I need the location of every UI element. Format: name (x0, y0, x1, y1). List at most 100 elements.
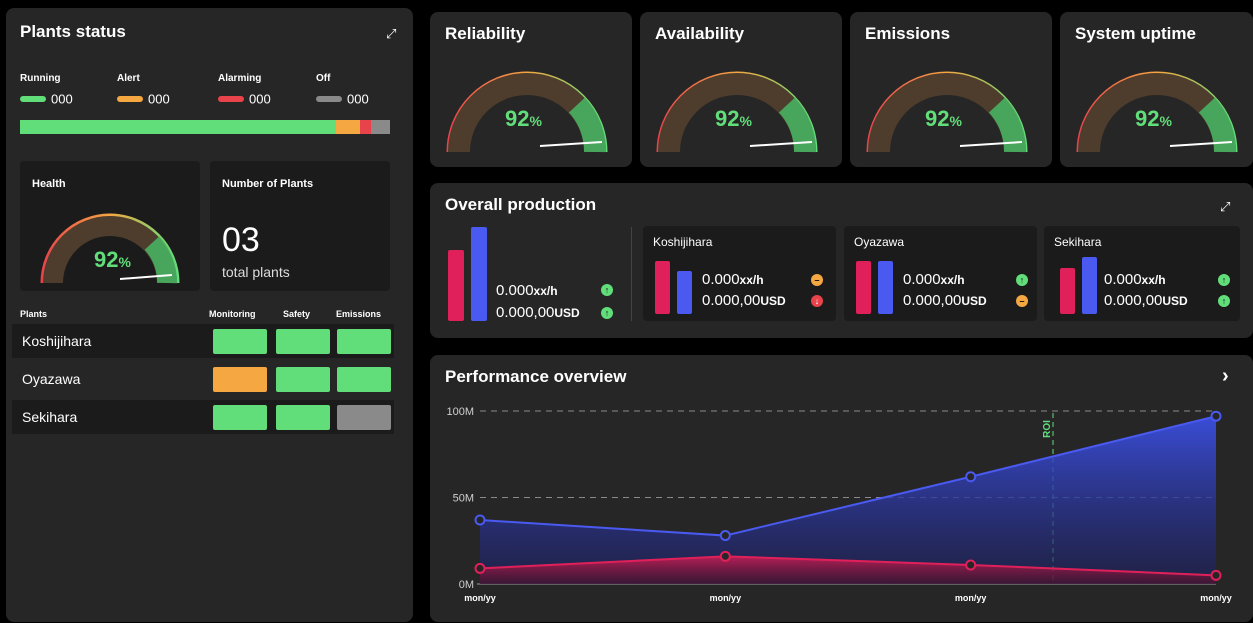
arrow-down-icon: ↓ (811, 295, 823, 307)
data-point (1210, 569, 1222, 581)
minus-icon: – (811, 274, 823, 286)
plant-rate: 0.000xx/h (1104, 271, 1166, 288)
kpi-card-reliability[interactable]: Reliability 92% (430, 12, 632, 167)
x-tick-label: mon/yy (955, 593, 987, 603)
status-bar-alarming (360, 120, 371, 134)
expand-icon[interactable]: ⤢ (1220, 199, 1230, 215)
kpi-card-emissions[interactable]: Emissions 92% (850, 12, 1052, 167)
emissions-status (337, 329, 391, 354)
data-point (965, 471, 977, 483)
off-swatch (316, 95, 342, 102)
status-bar-running (20, 120, 336, 134)
arrow-up-icon: ↑ (601, 307, 613, 319)
status-stacked-bar (20, 120, 390, 134)
header-emissions: Emissions (336, 309, 382, 319)
plant-name: Sekihara (1054, 235, 1102, 249)
arrow-up-icon: ↑ (1218, 274, 1230, 286)
health-panel: Health 92% (20, 161, 200, 291)
plants-status-title: Plants status (20, 22, 126, 41)
number-of-plants-label: Number of Plants (222, 178, 314, 190)
plant-name: Oyazawa (854, 235, 905, 249)
monitoring-status (213, 405, 267, 430)
number-of-plants-caption: total plants (222, 264, 290, 280)
performance-overview-card: Performance overview › 0M 50M 100M mon/yy mo… (430, 355, 1253, 622)
production-plant-koshijihara[interactable]: Koshijihara 0.000xx/h – 0.000,00USD ↓ (643, 226, 836, 321)
overall-production-title: Overall production (445, 195, 597, 214)
rate-bar (677, 271, 692, 314)
plants-table-header: Plants Monitoring Safety Emissions (20, 309, 390, 323)
money-bar (1060, 268, 1075, 314)
safety-status (276, 405, 330, 430)
header-monitoring: Monitoring (209, 309, 256, 319)
minus-icon: – (1016, 295, 1028, 307)
system-uptime-gauge (1076, 71, 1238, 153)
rate-bar (1082, 257, 1097, 314)
money-bar (856, 261, 871, 314)
monitoring-status (213, 329, 267, 354)
safety-status (276, 367, 330, 392)
alert-swatch (117, 95, 143, 102)
overall-money: 0.000,00USD (496, 304, 580, 321)
expand-icon[interactable]: ⤢ (386, 26, 396, 42)
data-point (719, 550, 731, 562)
emissions-status (337, 405, 391, 430)
plant-name: Oyazawa (22, 371, 81, 387)
reliability-gauge (446, 71, 608, 153)
monitoring-status (213, 367, 267, 392)
y-tick-label: 0M (459, 579, 474, 591)
plant-rate: 0.000xx/h (702, 271, 764, 288)
kpi-card-availability[interactable]: Availability 92% (640, 12, 842, 167)
kpi-card-system-uptime[interactable]: System uptime 92% (1060, 12, 1253, 167)
performance-chart: 0M 50M 100M mon/yy mon/yy mon/yy mon/yy ROI (446, 406, 1232, 603)
emissions-gauge (866, 71, 1028, 153)
plant-name: Koshijihara (653, 235, 713, 249)
emissions-status (337, 367, 391, 392)
plant-money: 0.000,00USD (702, 292, 786, 309)
table-row[interactable]: Oyazawa (12, 362, 394, 396)
safety-status (276, 329, 330, 354)
production-plant-sekihara[interactable]: Sekihara 0.000xx/h ↑ 0.000,00USD ↑ (1044, 226, 1240, 321)
legend-alert: Alert 000 (117, 73, 170, 107)
plant-name: Sekihara (22, 409, 78, 425)
data-point (474, 514, 486, 526)
table-row[interactable]: Sekihara (12, 400, 394, 434)
series-area (480, 416, 1216, 584)
x-tick-label: mon/yy (1200, 593, 1232, 603)
roi-label: ROI (1042, 420, 1053, 438)
health-value: 92% (94, 247, 131, 272)
legend-alarming: Alarming 000 (218, 73, 271, 107)
data-point (965, 559, 977, 571)
number-of-plants-panel: Number of Plants 03 total plants (210, 161, 390, 291)
arrow-up-icon: ↑ (601, 284, 613, 296)
availability-gauge (656, 71, 818, 153)
x-tick-label: mon/yy (710, 593, 742, 603)
y-tick-label: 100M (446, 406, 474, 418)
data-point (719, 530, 731, 542)
production-divider (631, 227, 632, 321)
y-tick-label: 50M (453, 493, 474, 505)
production-plant-oyazawa[interactable]: Oyazawa 0.000xx/h ↑ 0.000,00USD – (844, 226, 1037, 321)
plant-name: Koshijihara (22, 333, 92, 349)
arrow-up-icon: ↑ (1016, 274, 1028, 286)
legend-off: Off 000 (316, 73, 369, 107)
overall-production-card: Overall production ⤢ 0.000xx/h ↑ 0.000,0… (430, 183, 1253, 338)
money-bar (655, 261, 670, 314)
overall-rate: 0.000xx/h (496, 282, 558, 299)
arrow-up-icon: ↑ (1218, 295, 1230, 307)
plant-money: 0.000,00USD (903, 292, 987, 309)
kpi-value: 92% (505, 106, 542, 131)
table-row[interactable]: Koshijihara (12, 324, 394, 358)
data-point (474, 562, 486, 574)
overall-rate-bar (471, 227, 487, 321)
kpi-value: 92% (925, 106, 962, 131)
header-plants: Plants (20, 309, 48, 319)
number-of-plants-value: 03 (222, 221, 260, 259)
status-bar-off (371, 120, 390, 134)
kpi-value: 92% (1135, 106, 1172, 131)
data-point (1210, 410, 1222, 422)
legend-running: Running 000 (20, 73, 73, 107)
header-safety: Safety (283, 309, 311, 319)
kpi-value: 92% (715, 106, 752, 131)
plant-rate: 0.000xx/h (903, 271, 965, 288)
plants-status-card: Plants status ⤢ Running 000 Alert 000 Al… (6, 8, 413, 622)
